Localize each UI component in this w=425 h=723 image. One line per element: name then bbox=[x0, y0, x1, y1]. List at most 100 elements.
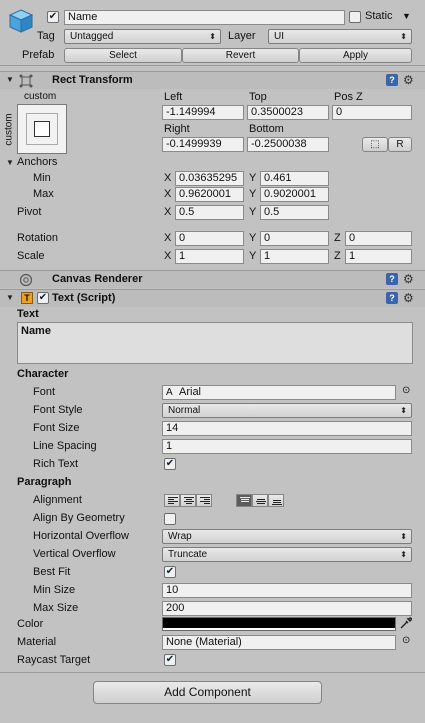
best-fit-label: Best Fit bbox=[33, 566, 71, 578]
raycast-target-checkbox[interactable]: ✔ bbox=[164, 654, 176, 666]
alignment-label: Alignment bbox=[33, 494, 82, 506]
prefab-apply-button[interactable]: Apply bbox=[299, 48, 412, 63]
font-style-dropdown[interactable]: Normal ⬍ bbox=[162, 403, 412, 418]
line-spacing-label: Line Spacing bbox=[33, 440, 97, 452]
right-field[interactable]: -0.1499939 bbox=[162, 137, 244, 152]
line-spacing-field[interactable]: 1 bbox=[162, 439, 412, 454]
anchor-preset-side-label: custom bbox=[3, 113, 15, 146]
axis-x-label: X bbox=[164, 232, 172, 244]
anchor-max-label: Max bbox=[33, 188, 54, 200]
axis-z-label: Z bbox=[334, 250, 341, 262]
axis-z-label: Z bbox=[334, 232, 341, 244]
anchors-foldout-icon[interactable]: ▼ bbox=[6, 158, 14, 167]
scale-x-field[interactable]: 1 bbox=[175, 249, 244, 264]
align-center-button[interactable] bbox=[180, 494, 196, 507]
align-top-icon bbox=[240, 497, 250, 502]
left-field[interactable]: -1.149994 bbox=[162, 105, 244, 120]
blueprint-mode-button[interactable]: ⬚ bbox=[362, 137, 388, 152]
text-enabled-checkbox[interactable]: ✔ bbox=[37, 292, 49, 304]
vertical-overflow-value: Truncate bbox=[168, 549, 208, 560]
scale-y-field[interactable]: 1 bbox=[260, 249, 329, 264]
horizontal-overflow-value: Wrap bbox=[168, 531, 192, 542]
rect-transform-icon bbox=[19, 74, 33, 88]
color-swatch[interactable] bbox=[162, 617, 396, 631]
align-right-button[interactable] bbox=[196, 494, 212, 507]
rect-transform-header[interactable]: ▼ Rect Transform ? ⚙ bbox=[0, 71, 425, 89]
text-component-icon: T bbox=[21, 292, 33, 304]
align-bottom-button[interactable] bbox=[268, 494, 284, 507]
add-component-button[interactable]: Add Component bbox=[93, 681, 322, 704]
rich-text-checkbox[interactable]: ✔ bbox=[164, 458, 176, 470]
static-checkbox[interactable] bbox=[349, 11, 361, 23]
name-field[interactable]: Name bbox=[64, 10, 345, 25]
tag-dropdown[interactable]: Untagged ⬍ bbox=[64, 29, 221, 44]
font-size-label: Font Size bbox=[33, 422, 80, 434]
max-size-field[interactable]: 200 bbox=[162, 601, 412, 616]
canvas-renderer-icon bbox=[19, 273, 33, 287]
align-left-button[interactable] bbox=[164, 494, 180, 507]
anchor-min-y-field[interactable]: 0.461 bbox=[260, 171, 329, 186]
vertical-overflow-dropdown[interactable]: Truncate ⬍ bbox=[162, 547, 412, 562]
rect-transform-title: Rect Transform bbox=[52, 74, 133, 86]
layer-dropdown[interactable]: UI ⬍ bbox=[268, 29, 412, 44]
align-bottom-icon bbox=[272, 500, 282, 505]
anchor-preset-button[interactable] bbox=[17, 104, 67, 154]
help-icon[interactable]: ? bbox=[386, 273, 398, 285]
dropdown-arrow-icon: ⬍ bbox=[400, 32, 407, 41]
anchor-max-x-field[interactable]: 0.9620001 bbox=[175, 187, 244, 202]
bottom-col-label: Bottom bbox=[249, 123, 284, 135]
axis-x-label: X bbox=[164, 250, 172, 262]
top-field[interactable]: 0.3500023 bbox=[247, 105, 329, 120]
scale-z-field[interactable]: 1 bbox=[345, 249, 412, 264]
foldout-triangle-icon[interactable]: ▼ bbox=[6, 75, 14, 84]
font-value: Arial bbox=[179, 386, 202, 398]
gear-icon[interactable]: ⚙ bbox=[403, 292, 414, 304]
anchor-min-x-field[interactable]: 0.03635295 bbox=[175, 171, 244, 186]
foldout-triangle-icon[interactable]: ▼ bbox=[6, 293, 14, 302]
text-area[interactable]: Name bbox=[17, 322, 413, 364]
font-label: Font bbox=[33, 386, 56, 398]
help-icon[interactable]: ? bbox=[386, 292, 398, 304]
font-size-field[interactable]: 14 bbox=[162, 421, 412, 436]
chevron-down-icon[interactable]: ▼ bbox=[402, 11, 411, 21]
rotation-y-field[interactable]: 0 bbox=[260, 231, 329, 246]
gear-icon[interactable]: ⚙ bbox=[403, 74, 414, 86]
horizontal-overflow-dropdown[interactable]: Wrap ⬍ bbox=[162, 529, 412, 544]
target-icon[interactable]: ⊙ bbox=[402, 385, 410, 396]
scale-label: Scale bbox=[17, 250, 45, 262]
raw-edit-button[interactable]: R bbox=[388, 137, 412, 152]
pivot-x-field[interactable]: 0.5 bbox=[175, 205, 244, 220]
anchor-max-y-field[interactable]: 0.9020001 bbox=[260, 187, 329, 202]
min-size-field[interactable]: 10 bbox=[162, 583, 412, 598]
material-field[interactable]: None (Material) bbox=[162, 635, 396, 650]
best-fit-checkbox[interactable]: ✔ bbox=[164, 566, 176, 578]
axis-y-label: Y bbox=[249, 188, 257, 200]
eyedropper-icon[interactable] bbox=[399, 616, 413, 630]
pivot-y-field[interactable]: 0.5 bbox=[260, 205, 329, 220]
layer-value: UI bbox=[274, 31, 284, 42]
posz-field[interactable]: 0 bbox=[332, 105, 412, 120]
text-area-value: Name bbox=[21, 325, 51, 337]
bottom-field[interactable]: -0.2500038 bbox=[247, 137, 329, 152]
axis-x-label: X bbox=[164, 172, 172, 184]
canvas-renderer-header[interactable]: Canvas Renderer ? ⚙ bbox=[0, 270, 425, 288]
divider bbox=[0, 672, 425, 673]
font-field[interactable]: A Arial bbox=[162, 385, 396, 400]
align-middle-button[interactable] bbox=[252, 494, 268, 507]
text-script-header[interactable]: ▼ T ✔ Text (Script) ? ⚙ bbox=[0, 289, 425, 307]
active-checkbox[interactable]: ✔ bbox=[47, 11, 59, 23]
gear-icon[interactable]: ⚙ bbox=[403, 273, 414, 285]
prefab-revert-button[interactable]: Revert bbox=[182, 48, 299, 63]
help-icon[interactable]: ? bbox=[386, 74, 398, 86]
posz-col-label: Pos Z bbox=[334, 91, 363, 103]
target-icon[interactable]: ⊙ bbox=[402, 635, 410, 646]
prefab-select-button[interactable]: Select bbox=[64, 48, 182, 63]
dropdown-arrow-icon: ⬍ bbox=[400, 550, 407, 559]
rotation-z-field[interactable]: 0 bbox=[345, 231, 412, 246]
align-top-button[interactable] bbox=[236, 494, 252, 507]
align-by-geometry-checkbox[interactable] bbox=[164, 513, 176, 525]
material-label: Material bbox=[17, 636, 57, 648]
right-col-label: Right bbox=[164, 123, 190, 135]
cube-icon bbox=[8, 9, 34, 33]
rotation-x-field[interactable]: 0 bbox=[175, 231, 244, 246]
